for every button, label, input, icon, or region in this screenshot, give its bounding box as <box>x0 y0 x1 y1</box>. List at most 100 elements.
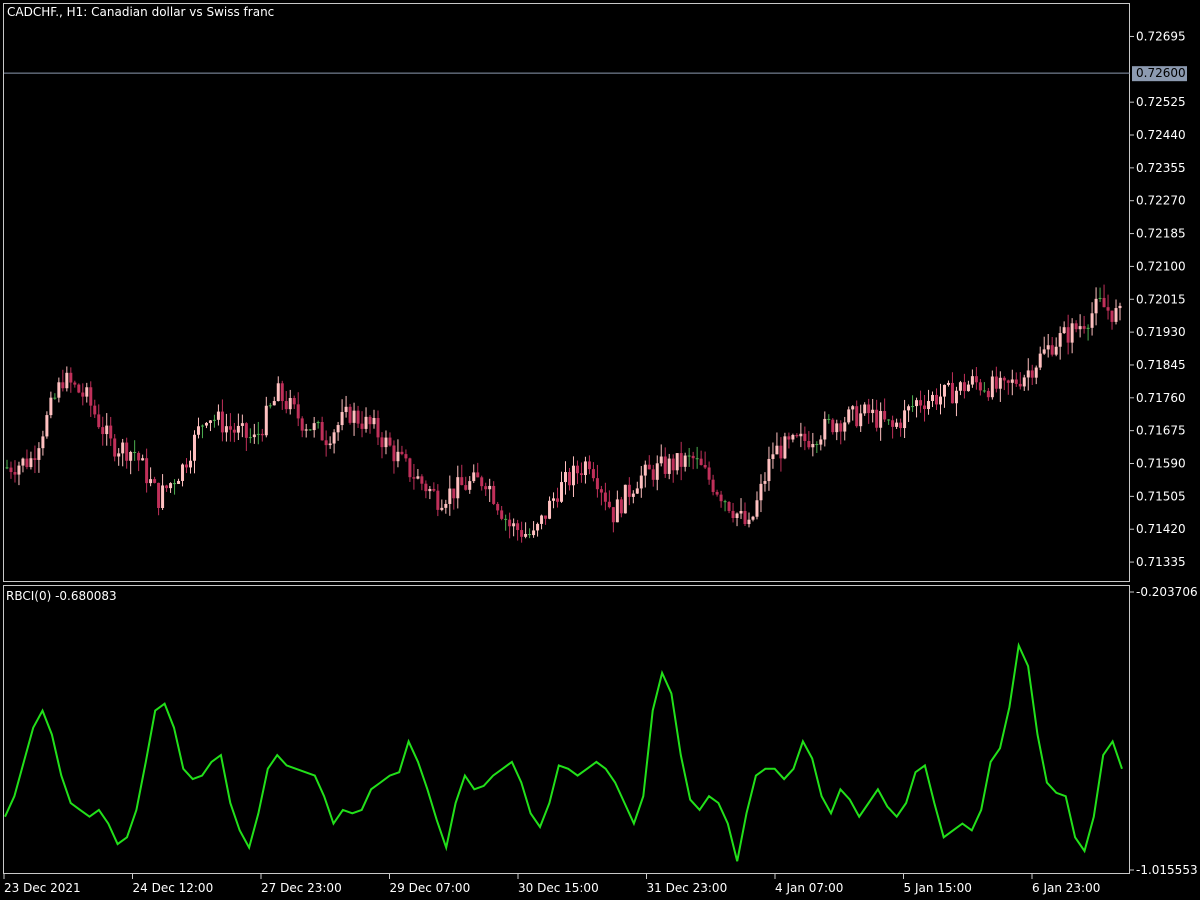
candle-body <box>384 437 388 448</box>
candle-body <box>707 467 711 480</box>
candle-body <box>189 460 193 468</box>
candle-body <box>500 510 504 519</box>
candle-body <box>240 423 244 426</box>
candle-body <box>328 443 332 446</box>
candle-body <box>412 477 416 479</box>
candle-body <box>751 516 755 520</box>
candle-body <box>520 530 524 537</box>
candle-body <box>891 420 895 427</box>
candle-body <box>835 423 839 433</box>
candle-body <box>324 440 328 446</box>
candle-body <box>927 401 931 410</box>
candle-body <box>480 477 484 487</box>
candle-body <box>352 410 356 423</box>
candle-body <box>504 518 508 520</box>
price-tick-label: 0.72695 <box>1136 29 1186 43</box>
candle-body <box>663 456 667 474</box>
candle-body <box>448 488 452 504</box>
candle-body <box>1046 345 1050 350</box>
candle-body <box>29 458 33 468</box>
candle-body <box>400 451 404 455</box>
candle-body <box>803 433 807 441</box>
candle-body <box>528 533 532 536</box>
price-tick-label: 0.72440 <box>1136 128 1186 142</box>
candle-body <box>895 422 899 427</box>
candle[interactable] <box>623 484 627 514</box>
candle-body <box>336 425 340 433</box>
candle-body <box>244 423 248 438</box>
candle-body <box>863 404 867 414</box>
price-tick-label: 0.71845 <box>1136 358 1186 372</box>
candle-body <box>1070 323 1074 343</box>
candle-body <box>1078 326 1082 330</box>
candle-body <box>145 458 149 484</box>
candle-body <box>639 475 643 489</box>
candle-body <box>532 530 536 536</box>
candle[interactable] <box>348 403 352 425</box>
candle-body <box>727 502 731 511</box>
candle-body <box>137 452 141 461</box>
candle-body <box>655 463 659 480</box>
candle-body <box>508 519 512 527</box>
candle-body <box>65 372 69 389</box>
candle-body <box>368 416 372 425</box>
candle-body <box>165 485 169 489</box>
candle-body <box>695 458 699 460</box>
candle-body <box>460 477 464 486</box>
candle-body <box>1114 308 1118 322</box>
candle-body <box>759 483 763 501</box>
candle-body <box>220 411 224 433</box>
candle-body <box>1042 349 1046 354</box>
candle-body <box>647 464 651 470</box>
candle-body <box>1090 313 1094 328</box>
candle-body <box>795 434 799 437</box>
candle-body <box>887 419 891 421</box>
candle-body <box>715 491 719 495</box>
candle[interactable] <box>831 418 835 435</box>
candle-body <box>404 454 408 459</box>
candle-body <box>89 387 93 406</box>
candle-body <box>958 382 962 391</box>
candle-body <box>153 479 157 483</box>
candle-body <box>181 464 185 481</box>
candle-body <box>524 533 528 537</box>
candle-body <box>53 397 57 399</box>
candle-body <box>998 377 1002 389</box>
candle-body <box>659 456 663 464</box>
candle[interactable] <box>45 411 49 439</box>
candle[interactable] <box>783 432 787 460</box>
candle-body <box>942 384 946 397</box>
candle-body <box>488 485 492 490</box>
candle-body <box>986 390 990 398</box>
candle-body <box>560 482 564 502</box>
candle-body <box>691 455 695 459</box>
candle-body <box>117 453 121 457</box>
candle-body <box>611 507 615 523</box>
candle-body <box>950 382 954 404</box>
candle[interactable] <box>77 383 81 394</box>
candle-body <box>1118 305 1122 309</box>
candle-body <box>779 445 783 459</box>
indicator-scale-top: -0.203706 <box>1136 585 1198 599</box>
price-tick-label: 0.71760 <box>1136 391 1186 405</box>
candle-body <box>970 376 974 385</box>
candle-body <box>775 445 779 455</box>
candle-body <box>312 423 316 431</box>
candle-body <box>859 413 863 427</box>
candle-body <box>252 434 256 438</box>
candle-body <box>575 465 579 474</box>
candle-body <box>9 467 13 473</box>
candle-body <box>587 461 591 470</box>
candle-body <box>623 484 627 514</box>
candle-body <box>61 382 65 389</box>
candle-body <box>292 398 296 405</box>
time-tick-label: 5 Jan 15:00 <box>904 881 972 895</box>
candle-body <box>464 485 468 490</box>
candle-body <box>619 499 623 514</box>
price-tick-label: 0.71335 <box>1136 555 1186 569</box>
candle-body <box>228 426 232 430</box>
candle-body <box>1038 353 1042 368</box>
price-tick-label: 0.71505 <box>1136 489 1186 503</box>
candle-body <box>671 458 675 471</box>
candle-body <box>97 414 101 428</box>
